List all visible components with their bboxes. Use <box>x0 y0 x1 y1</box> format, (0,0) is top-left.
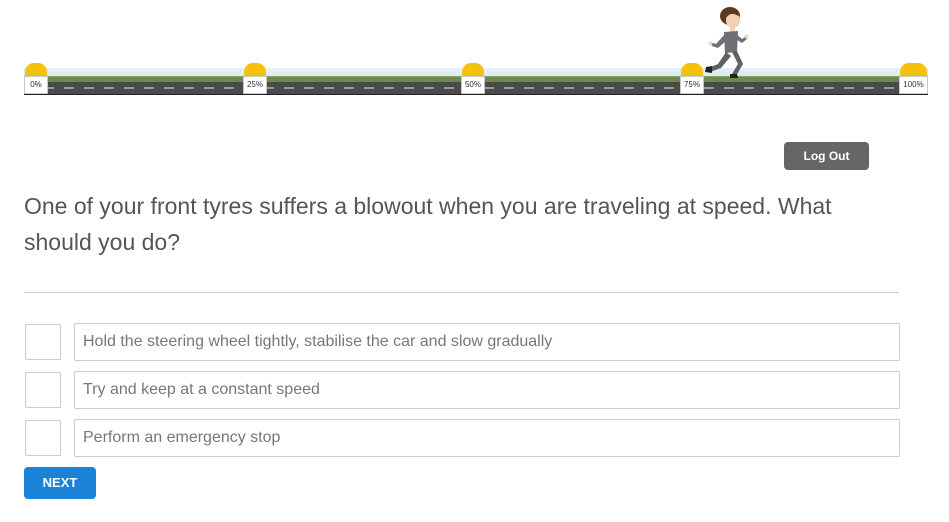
marker-label: 0% <box>24 76 48 94</box>
answer-label[interactable]: Perform an emergency stop <box>74 419 900 457</box>
answer-label[interactable]: Hold the steering wheel tightly, stabili… <box>74 323 900 361</box>
answer-option[interactable]: Try and keep at a constant speed <box>24 371 900 409</box>
answer-label[interactable]: Try and keep at a constant speed <box>74 371 900 409</box>
marker-label: 25% <box>243 76 267 94</box>
runner-avatar-icon <box>705 7 749 78</box>
progress-track: 0% 25% 50% 75% 100% <box>24 58 928 98</box>
answer-option[interactable]: Hold the steering wheel tightly, stabili… <box>24 323 900 361</box>
answer-checkbox[interactable] <box>25 420 61 456</box>
marker-label: 50% <box>461 76 485 94</box>
divider <box>24 292 899 293</box>
progress-marker-50: 50% <box>461 63 485 94</box>
question-text: One of your front tyres suffers a blowou… <box>24 193 832 255</box>
answer-option[interactable]: Perform an emergency stop <box>24 419 900 457</box>
progress-marker-0: 0% <box>24 63 48 94</box>
logout-button[interactable]: Log Out <box>784 142 869 170</box>
progress-marker-25: 25% <box>243 63 267 94</box>
progress-marker-100: 100% <box>899 63 928 94</box>
next-button[interactable]: NEXT <box>24 467 96 499</box>
answer-checkbox[interactable] <box>25 324 61 360</box>
marker-label: 100% <box>899 76 928 94</box>
answer-checkbox[interactable] <box>25 372 61 408</box>
